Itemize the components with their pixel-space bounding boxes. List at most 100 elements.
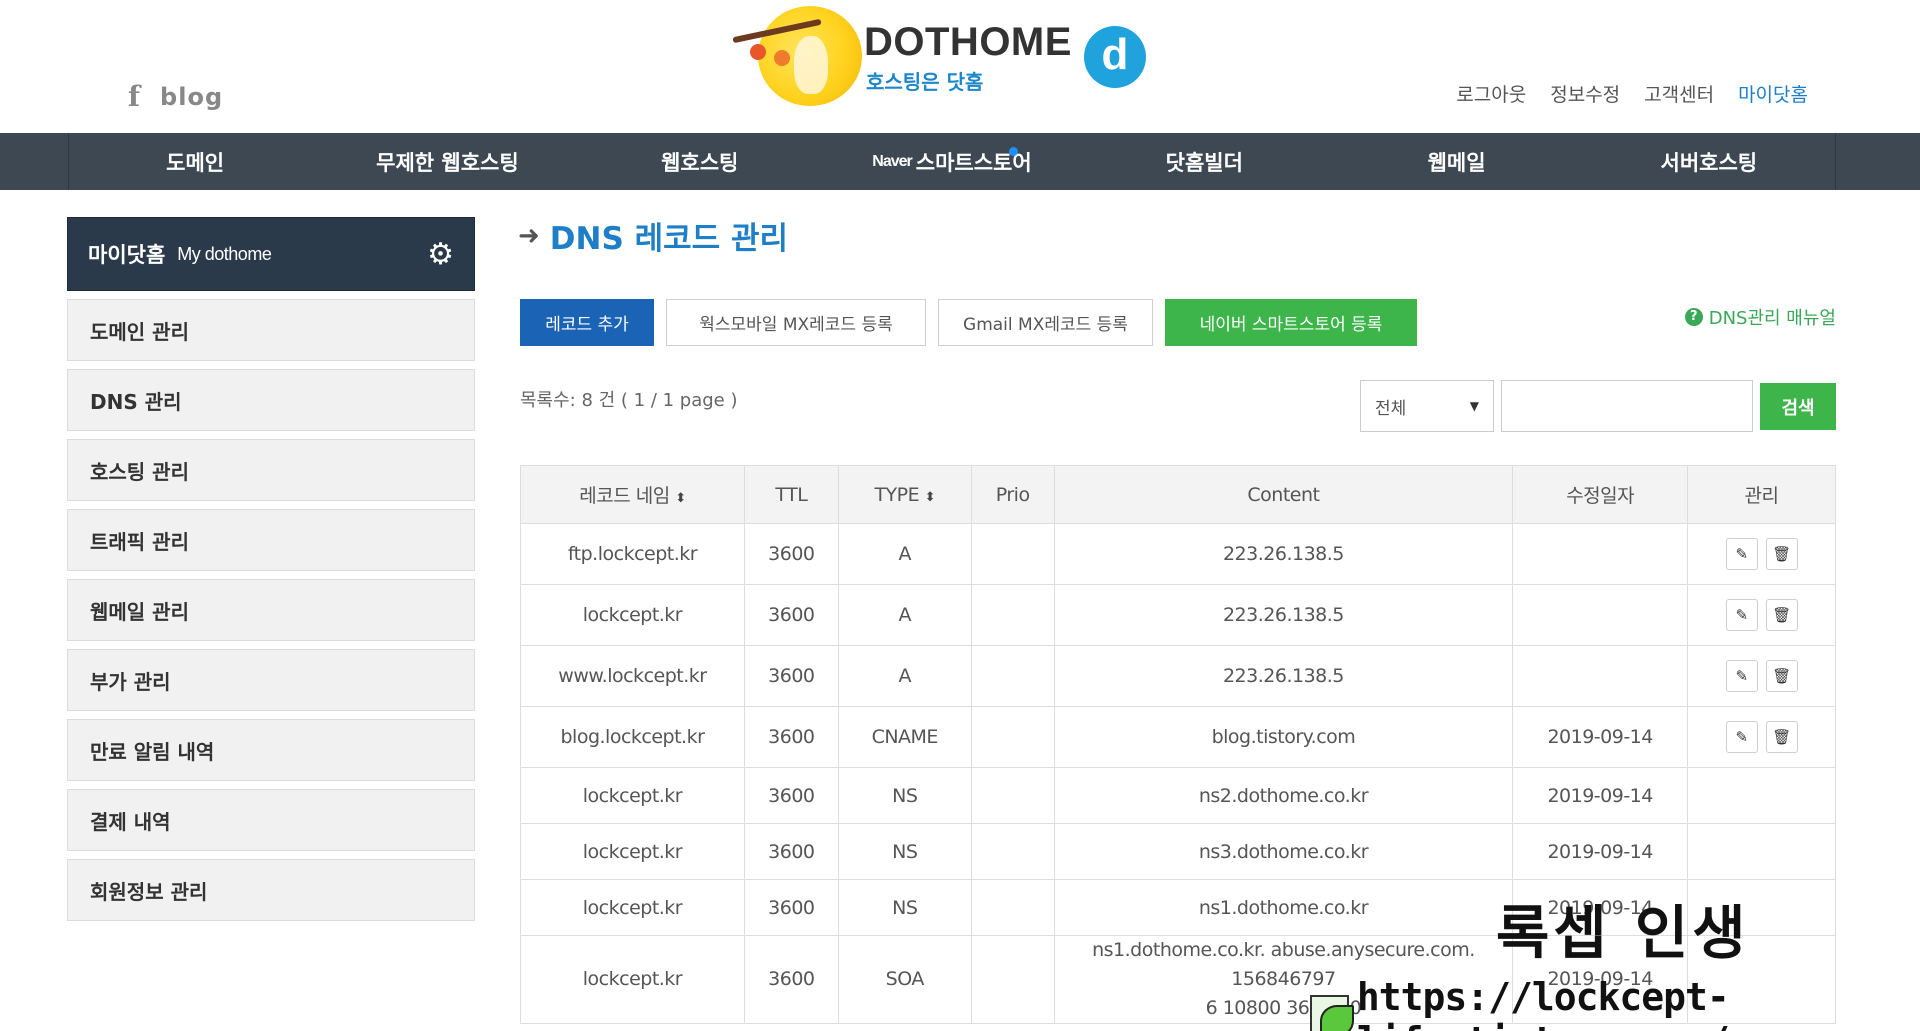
sidebar-subtitle: My dothome bbox=[177, 243, 272, 264]
column-header-type[interactable]: TYPE ⬍ bbox=[837, 465, 972, 524]
sidebar-item-payment[interactable]: 결제 내역 bbox=[67, 789, 475, 851]
watermark-url: https://lockcept-life.tistory.com/ bbox=[1310, 975, 1920, 1031]
cell-type: SOA bbox=[837, 935, 972, 1024]
sidebar-item-webmail[interactable]: 웹메일 관리 bbox=[67, 579, 475, 641]
table-row: lockcept.kr 3600 NS ns3.dothome.co.kr 20… bbox=[520, 823, 1836, 880]
nav-server-hosting[interactable]: 서버호스팅 bbox=[1583, 133, 1835, 190]
dns-manual-link[interactable]: ? DNS관리 매뉴얼 bbox=[1684, 304, 1836, 330]
gmail-mx-button[interactable]: Gmail MX레코드 등록 bbox=[938, 299, 1153, 346]
add-record-button[interactable]: 레코드 추가 bbox=[520, 299, 654, 346]
cell-name: lockcept.kr bbox=[520, 767, 745, 824]
main-nav: 도메인 무제한 웹호스팅 웹호스팅 Naver 스마트스토어 닷홈빌더 웹메일 … bbox=[0, 133, 1920, 190]
cell-date bbox=[1512, 645, 1689, 707]
gear-icon[interactable]: ⚙ bbox=[427, 237, 454, 272]
nav-label: 무제한 웹호스팅 bbox=[376, 150, 519, 175]
pencil-icon[interactable]: ✎ bbox=[1725, 721, 1758, 753]
blog-link[interactable]: blog bbox=[160, 83, 223, 111]
cell-ttl: 3600 bbox=[743, 706, 839, 768]
nav-label: 닷홈빌더 bbox=[1165, 150, 1243, 175]
nav-label: 서버호스팅 bbox=[1660, 150, 1758, 175]
cell-content: ns1.dothome.co.kr bbox=[1053, 879, 1514, 936]
table-header-row: 레코드 네임 ⬍ TTL TYPE ⬍ Prio Content 수정일자 관리 bbox=[520, 465, 1836, 524]
cell-actions: ✎ 🗑 bbox=[1687, 523, 1836, 585]
cell-type: CNAME bbox=[837, 706, 972, 768]
logout-link[interactable]: 로그아웃 bbox=[1456, 80, 1526, 107]
facebook-icon[interactable]: f bbox=[128, 80, 140, 113]
pencil-icon[interactable]: ✎ bbox=[1725, 538, 1758, 570]
record-count: 목록수: 8 건 ( 1 / 1 page ) bbox=[520, 390, 738, 411]
page-title: ➜ DNS 레코드 관리 bbox=[518, 213, 788, 258]
cell-actions: ✎ 🗑 bbox=[1687, 584, 1836, 646]
cell-name: lockcept.kr bbox=[520, 584, 745, 646]
leaf-icon bbox=[774, 50, 790, 66]
page-title-text: DNS 레코드 관리 bbox=[549, 221, 788, 257]
cell-ttl: 3600 bbox=[743, 645, 839, 707]
sort-icon: ⬍ bbox=[924, 489, 936, 505]
cell-prio bbox=[970, 523, 1055, 585]
cell-type: NS bbox=[837, 767, 972, 824]
sidebar-item-member[interactable]: 회원정보 관리 bbox=[67, 859, 475, 921]
my-dothome-link[interactable]: 마이닷홈 bbox=[1738, 80, 1808, 107]
dothome-logo[interactable]: DOTHOME 호스팅은 닷홈 d bbox=[732, 6, 1152, 106]
cell-name: lockcept.kr bbox=[520, 935, 745, 1024]
nav-web-hosting[interactable]: 웹호스팅 bbox=[574, 133, 826, 190]
trash-icon[interactable]: 🗑 bbox=[1765, 538, 1798, 570]
nav-builder[interactable]: 닷홈빌더 bbox=[1078, 133, 1330, 190]
pencil-icon[interactable]: ✎ bbox=[1725, 599, 1758, 631]
sidebar-item-addon[interactable]: 부가 관리 bbox=[67, 649, 475, 711]
sidebar-item-domain[interactable]: 도메인 관리 bbox=[67, 299, 475, 361]
trash-icon[interactable]: 🗑 bbox=[1765, 599, 1798, 631]
nav-unlimited-hosting[interactable]: 무제한 웹호스팅 bbox=[321, 133, 573, 190]
cell-actions bbox=[1687, 767, 1836, 824]
column-header-name[interactable]: 레코드 네임 ⬍ bbox=[520, 465, 745, 524]
logo-subtitle: 호스팅은 닷홈 bbox=[866, 70, 984, 94]
cell-type: NS bbox=[837, 823, 972, 880]
cell-prio bbox=[970, 706, 1055, 768]
nav-webmail[interactable]: 웹메일 bbox=[1330, 133, 1582, 190]
cell-ttl: 3600 bbox=[743, 879, 839, 936]
cell-content: 223.26.138.5 bbox=[1053, 584, 1514, 646]
search-button[interactable]: 검색 bbox=[1760, 383, 1836, 430]
leaf-icon bbox=[750, 44, 766, 60]
cell-date: 2019-09-14 bbox=[1512, 706, 1689, 768]
cell-type: A bbox=[837, 645, 972, 707]
sidebar-item-hosting[interactable]: 호스팅 관리 bbox=[67, 439, 475, 501]
cell-name: ftp.lockcept.kr bbox=[520, 523, 745, 585]
cell-ttl: 3600 bbox=[743, 767, 839, 824]
cell-name: lockcept.kr bbox=[520, 879, 745, 936]
cell-type: A bbox=[837, 523, 972, 585]
edit-info-link[interactable]: 정보수정 bbox=[1550, 80, 1620, 107]
cell-name: lockcept.kr bbox=[520, 823, 745, 880]
naver-smartstore-button[interactable]: 네이버 스마트스토어 등록 bbox=[1165, 299, 1417, 346]
table-row: lockcept.kr 3600 NS ns2.dothome.co.kr 20… bbox=[520, 767, 1836, 824]
cell-prio bbox=[970, 584, 1055, 646]
trash-icon[interactable]: 🗑 bbox=[1765, 721, 1798, 753]
nav-label: 웹메일 bbox=[1427, 150, 1486, 175]
customer-center-link[interactable]: 고객센터 bbox=[1644, 80, 1714, 107]
cell-ttl: 3600 bbox=[743, 523, 839, 585]
nav-domain[interactable]: 도메인 bbox=[69, 133, 321, 190]
cell-date bbox=[1512, 523, 1689, 585]
trash-icon[interactable]: 🗑 bbox=[1765, 660, 1798, 692]
filter-select[interactable]: 전체 ▼ bbox=[1360, 380, 1494, 432]
cell-content: ns2.dothome.co.kr bbox=[1053, 767, 1514, 824]
nav-label: 웹호스팅 bbox=[661, 150, 739, 175]
sidebar-title: 마이닷홈 bbox=[88, 243, 166, 267]
cell-ttl: 3600 bbox=[743, 823, 839, 880]
cell-prio bbox=[970, 767, 1055, 824]
watermark-title: 록셉 인생 bbox=[1496, 899, 1750, 967]
top-links: 로그아웃 정보수정 고객센터 마이닷홈 bbox=[1456, 80, 1808, 107]
sidebar: 마이닷홈 My dothome ⚙ 도메인 관리 DNS 관리 호스팅 관리 트… bbox=[67, 217, 475, 921]
pencil-icon[interactable]: ✎ bbox=[1725, 660, 1758, 692]
cell-actions: ✎ 🗑 bbox=[1687, 706, 1836, 768]
works-mx-button[interactable]: 웍스모바일 MX레코드 등록 bbox=[666, 299, 926, 346]
cell-name: www.lockcept.kr bbox=[520, 645, 745, 707]
sidebar-item-expiry[interactable]: 만료 알림 내역 bbox=[67, 719, 475, 781]
search-input[interactable] bbox=[1501, 380, 1753, 432]
sign-out-icon: ➜ bbox=[518, 220, 540, 251]
sidebar-item-dns[interactable]: DNS 관리 bbox=[67, 369, 475, 431]
sidebar-item-traffic[interactable]: 트래픽 관리 bbox=[67, 509, 475, 571]
nav-smartstore[interactable]: Naver 스마트스토어 bbox=[826, 133, 1078, 190]
sort-icon: ⬍ bbox=[675, 491, 686, 506]
caret-down-icon: ▼ bbox=[1469, 399, 1479, 413]
